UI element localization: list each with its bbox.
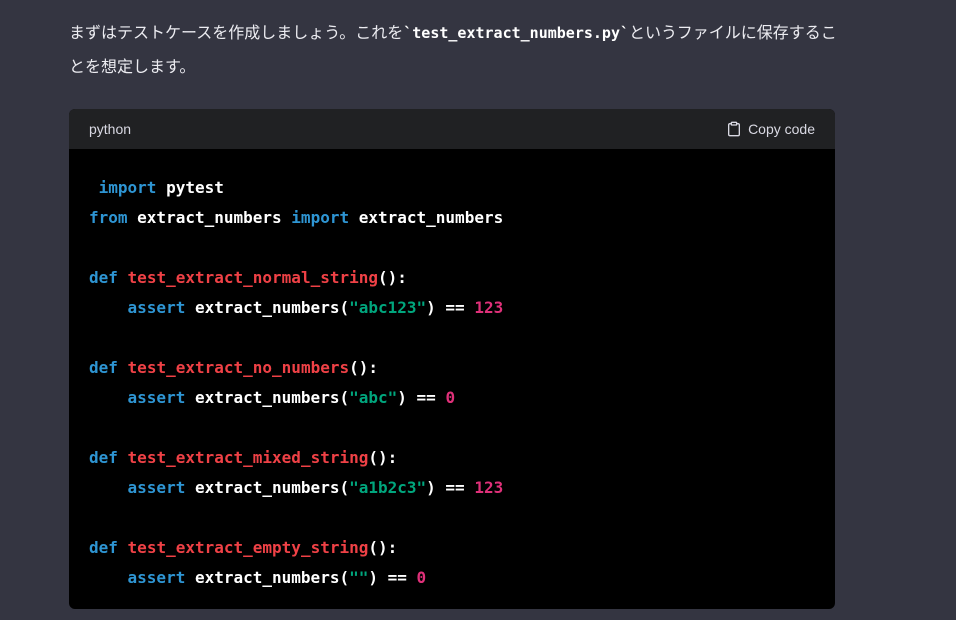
code-text: extract_numbers(	[185, 388, 350, 407]
code-string: "abc"	[349, 388, 398, 407]
code-function-name: test_extract_no_numbers	[127, 358, 350, 377]
code-function-name: test_extract_normal_string	[127, 268, 378, 287]
code-keyword: def	[89, 448, 118, 467]
code-line: from extract_numbers import extract_numb…	[89, 208, 503, 227]
code-keyword: import	[291, 208, 350, 227]
intro-inline-code: `test_extract_numbers.py`	[403, 24, 630, 42]
code-line: def test_extract_no_numbers():	[89, 358, 378, 377]
code-text: ) ==	[397, 388, 446, 407]
code-number: 123	[474, 478, 504, 497]
code-text: extract_numbers	[349, 208, 504, 227]
code-function-name: test_extract_empty_string	[127, 538, 369, 557]
code-line: assert extract_numbers("") == 0	[89, 568, 427, 587]
code-line: def test_extract_mixed_string():	[89, 448, 397, 467]
code-line: def test_extract_empty_string():	[89, 538, 397, 557]
code-text: extract_numbers(	[185, 568, 350, 587]
code-keyword: def	[89, 538, 118, 557]
code-keyword: assert	[127, 478, 186, 497]
clipboard-icon	[726, 121, 742, 137]
code-language-label: python	[89, 121, 132, 137]
code-function-name: test_extract_mixed_string	[127, 448, 369, 467]
code-text: pytest	[156, 178, 224, 197]
code-string: ""	[349, 568, 369, 587]
code-keyword: from	[89, 208, 128, 227]
code-keyword: assert	[127, 298, 186, 317]
code-string: "abc123"	[349, 298, 427, 317]
code-keyword: assert	[127, 388, 186, 407]
copy-code-label: Copy code	[748, 121, 815, 137]
code-text: ) ==	[368, 568, 417, 587]
code-keyword: def	[89, 358, 118, 377]
copy-code-button[interactable]: Copy code	[726, 121, 815, 137]
code-text: ) ==	[426, 298, 475, 317]
code-text: extract_numbers(	[185, 478, 350, 497]
message-intro: まずはテストケースを作成しましょう。これを`test_extract_numbe…	[69, 16, 849, 84]
code-block-header: python Copy code	[69, 109, 835, 149]
intro-text-before: まずはテストケースを作成しましょう。これを	[69, 23, 404, 42]
code-text: extract_numbers	[127, 208, 292, 227]
code-line: assert extract_numbers("abc123") == 123	[89, 298, 504, 317]
code-block: python Copy code import pytest from extr…	[69, 109, 835, 609]
code-keyword: assert	[127, 568, 186, 587]
code-content: import pytest from extract_numbers impor…	[69, 149, 835, 593]
code-keyword: import	[98, 178, 157, 197]
code-text: ():	[378, 268, 407, 287]
code-line: import pytest	[89, 178, 224, 197]
code-string: "a1b2c3"	[349, 478, 427, 497]
code-line: def test_extract_normal_string():	[89, 268, 407, 287]
code-text: ():	[368, 538, 398, 557]
code-line: assert extract_numbers("a1b2c3") == 123	[89, 478, 504, 497]
code-number: 0	[445, 388, 456, 407]
code-text: ) ==	[426, 478, 475, 497]
code-text: ():	[349, 358, 379, 377]
code-text: ():	[368, 448, 398, 467]
code-number: 0	[416, 568, 427, 587]
code-text: extract_numbers(	[185, 298, 350, 317]
code-keyword: def	[89, 268, 118, 287]
code-number: 123	[474, 298, 504, 317]
code-line: assert extract_numbers("abc") == 0	[89, 388, 456, 407]
